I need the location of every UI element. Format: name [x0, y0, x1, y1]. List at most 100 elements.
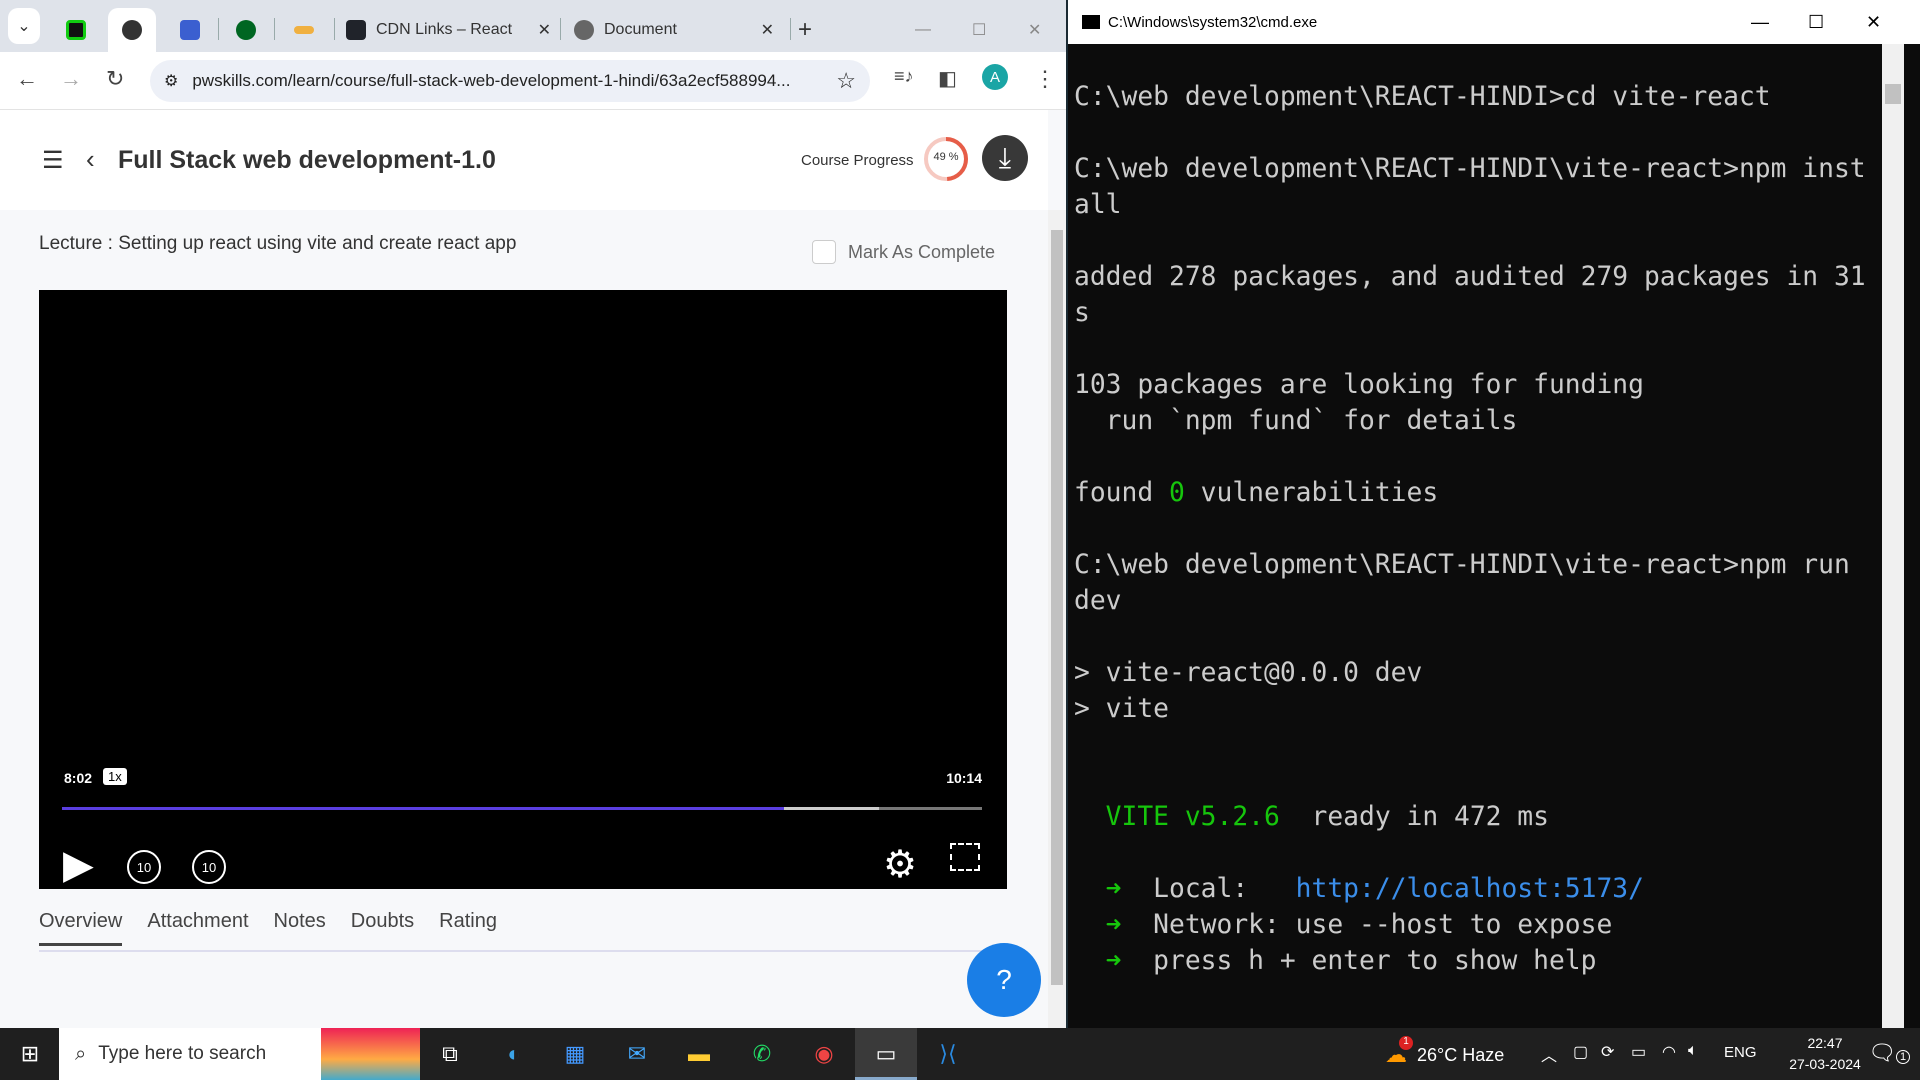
minimize-button[interactable]: — [1751, 12, 1769, 33]
tab-cdn-links[interactable]: CDN Links – React ✕ [346, 8, 551, 52]
checkbox-icon[interactable] [812, 240, 836, 264]
terminal-output[interactable]: C:\web development\REACT-HINDI>cd vite-r… [1074, 79, 1866, 979]
tab-doubts[interactable]: Doubts [351, 910, 414, 946]
close-window-button[interactable]: ✕ [1028, 8, 1041, 52]
mark-complete-checkbox[interactable]: Mark As Complete [812, 240, 995, 264]
terminal-icon: ▭ [875, 1041, 897, 1066]
chat-help-button[interactable]: ? [967, 943, 1041, 1017]
terminal-text: Local: [1121, 874, 1296, 904]
star-icon[interactable]: ☆ [836, 68, 856, 94]
tab-pinned-3[interactable] [170, 8, 210, 52]
tab-overview[interactable]: Overview [39, 910, 123, 946]
terminal-line: run `npm fund` for details [1074, 403, 1866, 439]
menu-icon[interactable]: ⋮ [1034, 66, 1056, 92]
time: 22:47 [1807, 1035, 1843, 1051]
taskbar: ⊞ ⌕ Type here to search ⧉ ◐ ▦ ✉ ▬ ✆ ◉ ▭ … [0, 1028, 1920, 1080]
minimize-button[interactable]: — [915, 8, 931, 52]
maximize-button[interactable]: ☐ [1808, 12, 1824, 33]
battery-icon[interactable]: ▭ [1631, 1042, 1646, 1062]
playlist-menu-icon[interactable]: ☰ [42, 146, 64, 175]
close-icon[interactable]: ✕ [761, 20, 774, 40]
apna-college-icon [294, 26, 314, 34]
lecture-title: Lecture : Setting up react using vite an… [39, 233, 517, 254]
store-icon[interactable]: ▦ [557, 1036, 593, 1072]
tab-document[interactable]: Document ✕ [574, 8, 774, 52]
download-button[interactable]: ⤓ [982, 135, 1028, 181]
reload-icon[interactable]: ↻ [106, 66, 124, 92]
tab-notes[interactable]: Notes [274, 910, 326, 946]
volume-icon[interactable]: 🔈︎ [1688, 1042, 1698, 1060]
terminal-text: s [1074, 298, 1090, 328]
terminal-text: added 278 packages, and audited 279 pack… [1074, 262, 1866, 292]
language-indicator[interactable]: ENG [1724, 1044, 1757, 1061]
task-view-icon[interactable]: ⧉ [432, 1036, 468, 1072]
terminal-text: ready in 472 ms [1279, 802, 1549, 832]
rewind-10-button[interactable]: 10 [127, 850, 161, 884]
back-icon[interactable]: ← [16, 66, 38, 92]
tab-pwskills[interactable] [108, 8, 156, 52]
tab-attachment[interactable]: Attachment [147, 910, 248, 946]
terminal-line: all [1074, 187, 1866, 223]
terminal-line: VITE v5.2.6 ready in 472 ms [1074, 799, 1866, 835]
media-control-icon[interactable]: ≡♪ [894, 66, 914, 87]
vscode-icon[interactable]: ⟩⟨ [930, 1036, 966, 1072]
chrome-icon[interactable]: ◉ [806, 1036, 842, 1072]
terminal-text: all [1074, 190, 1122, 220]
playback-speed-button[interactable]: 1x [103, 768, 127, 785]
search-placeholder: Type here to search [98, 1043, 267, 1064]
maximize-button[interactable]: ☐ [972, 8, 986, 52]
notifications-icon[interactable]: 🗨︎ 1 [1868, 1040, 1911, 1066]
site-settings-icon[interactable]: ⚙ [164, 71, 178, 91]
address-bar[interactable]: ⚙ pwskills.com/learn/course/full-stack-w… [150, 60, 870, 102]
clock[interactable]: 22:47 27-03-2024 [1770, 1033, 1880, 1075]
terminal-text: 103 packages are looking for funding [1074, 370, 1644, 400]
tab-rating[interactable]: Rating [439, 910, 497, 946]
file-explorer-icon[interactable]: ▬ [681, 1036, 717, 1072]
edge-icon[interactable]: ◐ [496, 1036, 532, 1072]
forward-10-button[interactable]: 10 [192, 850, 226, 884]
search-box[interactable]: ⌕ Type here to search [59, 1028, 321, 1080]
close-icon[interactable]: ✕ [538, 20, 551, 40]
mail-icon[interactable]: ✉ [619, 1036, 655, 1072]
update-icon[interactable]: ⟳ [1601, 1042, 1614, 1062]
terminal-text: Network: use --host to expose [1121, 910, 1613, 940]
search-highlight-image[interactable] [321, 1028, 420, 1080]
tab-strip: ⌄ CDN Links – React ✕ Document ✕ + — ☐ ✕ [0, 0, 1066, 52]
terminal-scrollbar[interactable] [1882, 44, 1904, 1028]
weather-widget[interactable]: ☁ 1 26°C Haze [1385, 1036, 1504, 1068]
start-button[interactable]: ⊞ [12, 1036, 48, 1072]
video-player[interactable]: 8:02 1x 10:14 ▶ 10 10 ⚙ [39, 290, 1007, 889]
back-chevron-icon[interactable]: ‹ [86, 144, 95, 175]
wifi-icon[interactable]: ◠ [1662, 1042, 1676, 1062]
chevron-down-icon: ⌄ [17, 18, 31, 35]
new-tab-button[interactable]: + [798, 8, 826, 52]
settings-gear-icon[interactable]: ⚙ [883, 842, 917, 887]
forward-icon[interactable]: → [60, 66, 82, 92]
cmd-taskbar-button[interactable]: ▭ [855, 1028, 917, 1080]
whatsapp-icon[interactable]: ✆ [744, 1036, 780, 1072]
show-hidden-icons[interactable]: ︿ [1541, 1042, 1557, 1066]
terminal-line: s [1074, 295, 1866, 331]
terminal-text: ➜ [1074, 874, 1122, 904]
fullscreen-icon[interactable] [950, 843, 980, 871]
scroll-thumb[interactable] [1051, 230, 1063, 985]
tab-pinned-1[interactable] [56, 8, 96, 52]
terminal-line: ➜ press h + enter to show help [1074, 943, 1866, 979]
profile-avatar[interactable]: A [982, 64, 1008, 90]
page-scrollbar[interactable] [1048, 210, 1066, 1028]
close-button[interactable]: ✕ [1866, 12, 1881, 33]
tab-search-button[interactable]: ⌄ [8, 8, 40, 44]
tab-pinned-4[interactable] [226, 8, 266, 52]
scroll-thumb[interactable] [1885, 84, 1901, 104]
camera-icon[interactable]: ▢ [1573, 1042, 1588, 1062]
terminal-text: C:\web development\REACT-HINDI\vite-reac… [1074, 154, 1866, 184]
terminal-text: C:\web development\REACT-HINDI>cd vite-r… [1074, 82, 1771, 112]
seek-bar[interactable] [62, 807, 982, 810]
tab-pinned-5[interactable] [284, 8, 324, 52]
cmd-titlebar: C:\Windows\system32\cmd.exe — ☐ ✕ [1068, 0, 1920, 44]
side-panel-icon[interactable]: ◧ [938, 66, 957, 91]
play-button[interactable]: ▶ [63, 842, 94, 888]
terminal-line: C:\web development\REACT-HINDI\vite-reac… [1074, 547, 1866, 583]
